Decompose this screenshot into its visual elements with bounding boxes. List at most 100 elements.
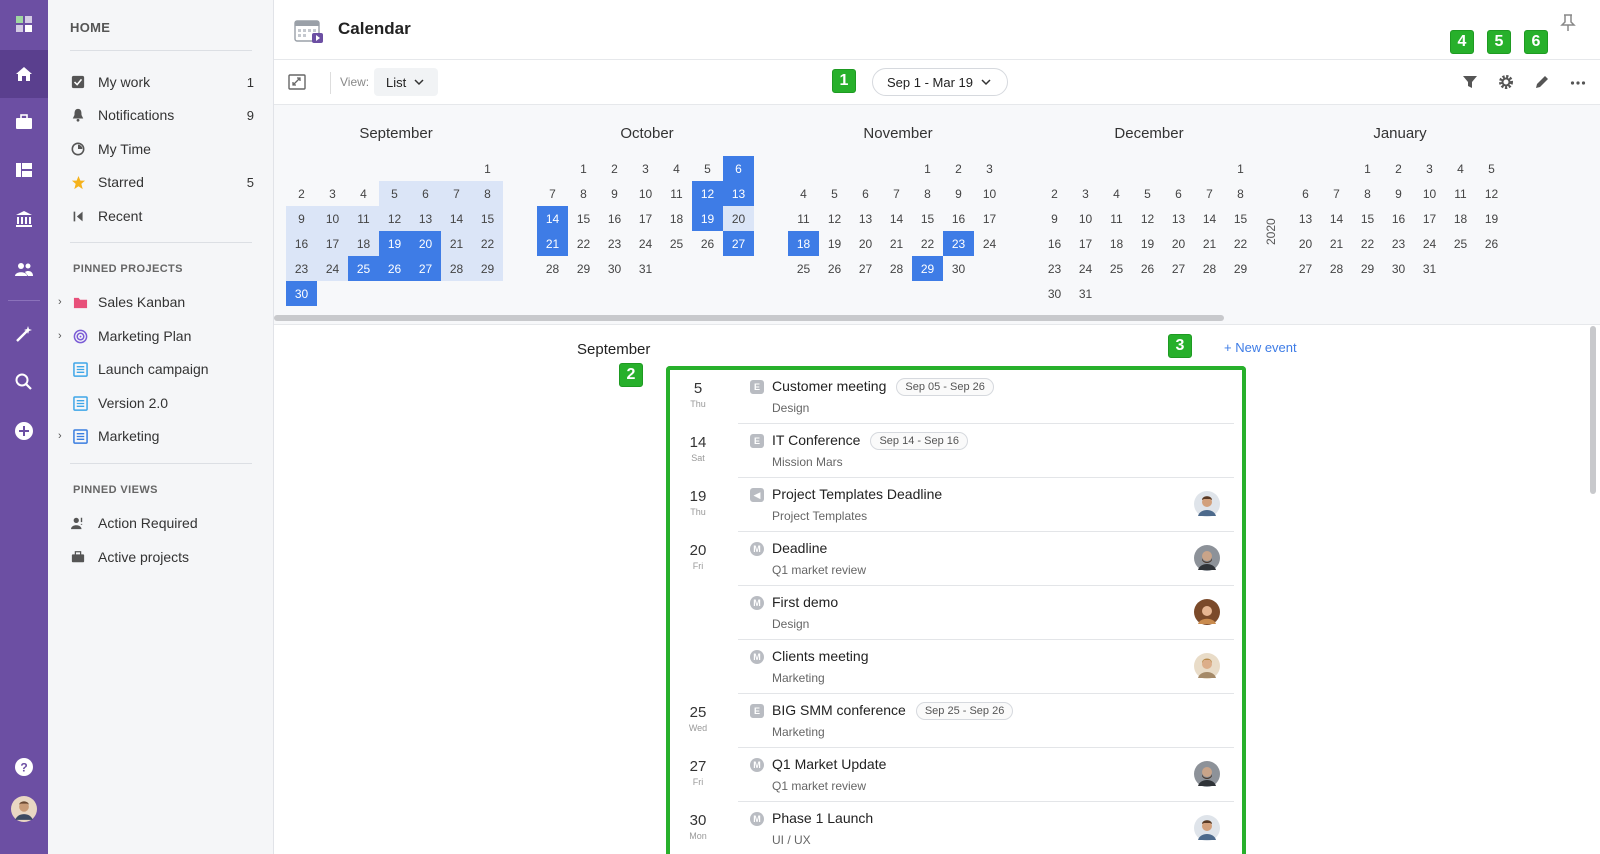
calendar-day[interactable]: 13: [1290, 206, 1321, 231]
calendar-day[interactable]: 23: [599, 231, 630, 256]
calendar-day[interactable]: 4: [1445, 156, 1476, 181]
calendar-day[interactable]: 24: [1070, 256, 1101, 281]
calendar-day[interactable]: 5: [692, 156, 723, 181]
calendar-day[interactable]: 16: [943, 206, 974, 231]
sidebar-item-my-time[interactable]: My Time: [70, 134, 254, 164]
assignee-avatar[interactable]: [1194, 599, 1220, 625]
calendar-day[interactable]: 20: [850, 231, 881, 256]
calendar-day[interactable]: 24: [630, 231, 661, 256]
calendar-day[interactable]: 6: [850, 181, 881, 206]
calendar-day[interactable]: 4: [661, 156, 692, 181]
calendar-day[interactable]: 16: [599, 206, 630, 231]
calendar-day[interactable]: 3: [974, 156, 1005, 181]
calendar-day[interactable]: 22: [472, 231, 503, 256]
calendar-day[interactable]: 12: [379, 206, 410, 231]
assignee-avatar[interactable]: [1194, 761, 1220, 787]
calendar-day[interactable]: 24: [317, 256, 348, 281]
calendar-day[interactable]: 27: [1290, 256, 1321, 281]
calendar-day[interactable]: 29: [1225, 256, 1256, 281]
sidebar-item-recent[interactable]: Recent: [70, 201, 254, 231]
calendar-day[interactable]: 22: [568, 231, 599, 256]
sidebar-item-starred[interactable]: Starred 5: [70, 167, 254, 197]
calendar-day[interactable]: 30: [943, 256, 974, 281]
calendar-day[interactable]: 3: [317, 181, 348, 206]
search-icon[interactable]: [0, 358, 48, 406]
event-row[interactable]: 14 Sat E IT Conference Sep 14 - Sep 16 Missio…: [670, 424, 1242, 478]
calendar-day[interactable]: 5: [379, 181, 410, 206]
calendar-day[interactable]: 28: [441, 256, 472, 281]
calendar-day[interactable]: 17: [317, 231, 348, 256]
calendar-day[interactable]: 23: [1039, 256, 1070, 281]
calendar-day[interactable]: 15: [912, 206, 943, 231]
vertical-scrollbar[interactable]: [1590, 326, 1596, 494]
calendar-day[interactable]: 29: [912, 256, 943, 281]
sidebar-project-marketing[interactable]: › Marketing: [58, 421, 254, 451]
event-row[interactable]: M First demo Design: [670, 586, 1242, 640]
event-details[interactable]: E IT Conference Sep 14 - Sep 16 Mission Mar…: [738, 424, 1234, 478]
calendar-day[interactable]: 18: [661, 206, 692, 231]
calendar-day[interactable]: 11: [788, 206, 819, 231]
event-row[interactable]: 20 Fri M Deadline Q1 market review: [670, 532, 1242, 586]
calendar-day[interactable]: 27: [850, 256, 881, 281]
calendar-day[interactable]: 6: [1163, 181, 1194, 206]
calendar-day[interactable]: 16: [286, 231, 317, 256]
calendar-day[interactable]: 9: [943, 181, 974, 206]
calendar-day[interactable]: 27: [410, 256, 441, 281]
sidebar-view-active-projects[interactable]: Active projects: [70, 542, 254, 572]
event-details[interactable]: M Deadline Q1 market review: [738, 532, 1234, 586]
calendar-day[interactable]: 3: [1070, 181, 1101, 206]
calendar-day[interactable]: 16: [1383, 206, 1414, 231]
sidebar-project-sales-kanban[interactable]: › Sales Kanban: [58, 287, 254, 317]
help-icon[interactable]: ?: [0, 743, 48, 791]
calendar-day[interactable]: 13: [723, 181, 754, 206]
calendar-day[interactable]: 13: [410, 206, 441, 231]
event-details[interactable]: M Q1 Market Update Q1 market review: [738, 748, 1234, 802]
calendar-day[interactable]: 18: [1445, 206, 1476, 231]
calendar-day[interactable]: 22: [912, 231, 943, 256]
filter-icon[interactable]: [1460, 72, 1480, 92]
board-icon[interactable]: [0, 146, 48, 194]
bank-icon[interactable]: [0, 195, 48, 243]
calendar-day[interactable]: 1: [1225, 156, 1256, 181]
calendar-day[interactable]: 19: [1132, 231, 1163, 256]
calendar-day[interactable]: 8: [568, 181, 599, 206]
calendar-day[interactable]: 4: [348, 181, 379, 206]
calendar-day[interactable]: 2: [286, 181, 317, 206]
calendar-day[interactable]: 2: [1383, 156, 1414, 181]
calendar-day[interactable]: 1: [472, 156, 503, 181]
calendar-day[interactable]: 25: [788, 256, 819, 281]
event-row[interactable]: 25 Wed E BIG SMM conference Sep 25 - Sep 26 M…: [670, 694, 1242, 748]
calendar-day[interactable]: 5: [1132, 181, 1163, 206]
calendar-day[interactable]: 3: [1414, 156, 1445, 181]
calendar-day[interactable]: 6: [410, 181, 441, 206]
calendar-day[interactable]: 7: [881, 181, 912, 206]
calendar-day[interactable]: 8: [912, 181, 943, 206]
calendar-day[interactable]: 19: [692, 206, 723, 231]
calendar-day[interactable]: 26: [1476, 231, 1507, 256]
event-details[interactable]: E BIG SMM conference Sep 25 - Sep 26 Market…: [738, 694, 1234, 748]
calendar-day[interactable]: 20: [1290, 231, 1321, 256]
calendar-day[interactable]: 21: [1321, 231, 1352, 256]
event-details[interactable]: M Phase 1 Launch UI / UX: [738, 802, 1234, 854]
calendar-day[interactable]: 1: [568, 156, 599, 181]
calendar-day[interactable]: 25: [661, 231, 692, 256]
calendar-day[interactable]: 21: [881, 231, 912, 256]
home-icon[interactable]: [0, 50, 48, 98]
calendar-day[interactable]: 19: [819, 231, 850, 256]
calendar-day[interactable]: 9: [599, 181, 630, 206]
assignee-avatar[interactable]: [1194, 491, 1220, 517]
calendar-day[interactable]: 19: [1476, 206, 1507, 231]
calendar-day[interactable]: 2: [599, 156, 630, 181]
event-details[interactable]: M First demo Design: [738, 586, 1234, 640]
sidebar-project-version-2[interactable]: Version 2.0: [58, 388, 254, 418]
assignee-avatar[interactable]: [1194, 545, 1220, 571]
event-row[interactable]: 27 Fri M Q1 Market Update Q1 market review: [670, 748, 1242, 802]
event-row[interactable]: 5 Thu E Customer meeting Sep 05 - Sep 26 Desi…: [670, 370, 1242, 424]
calendar-day[interactable]: 20: [1163, 231, 1194, 256]
calendar-day[interactable]: 9: [286, 206, 317, 231]
calendar-day[interactable]: 2: [1039, 181, 1070, 206]
calendar-day[interactable]: 3: [630, 156, 661, 181]
calendar-day[interactable]: 28: [881, 256, 912, 281]
calendar-day[interactable]: 11: [1445, 181, 1476, 206]
calendar-day[interactable]: 12: [692, 181, 723, 206]
